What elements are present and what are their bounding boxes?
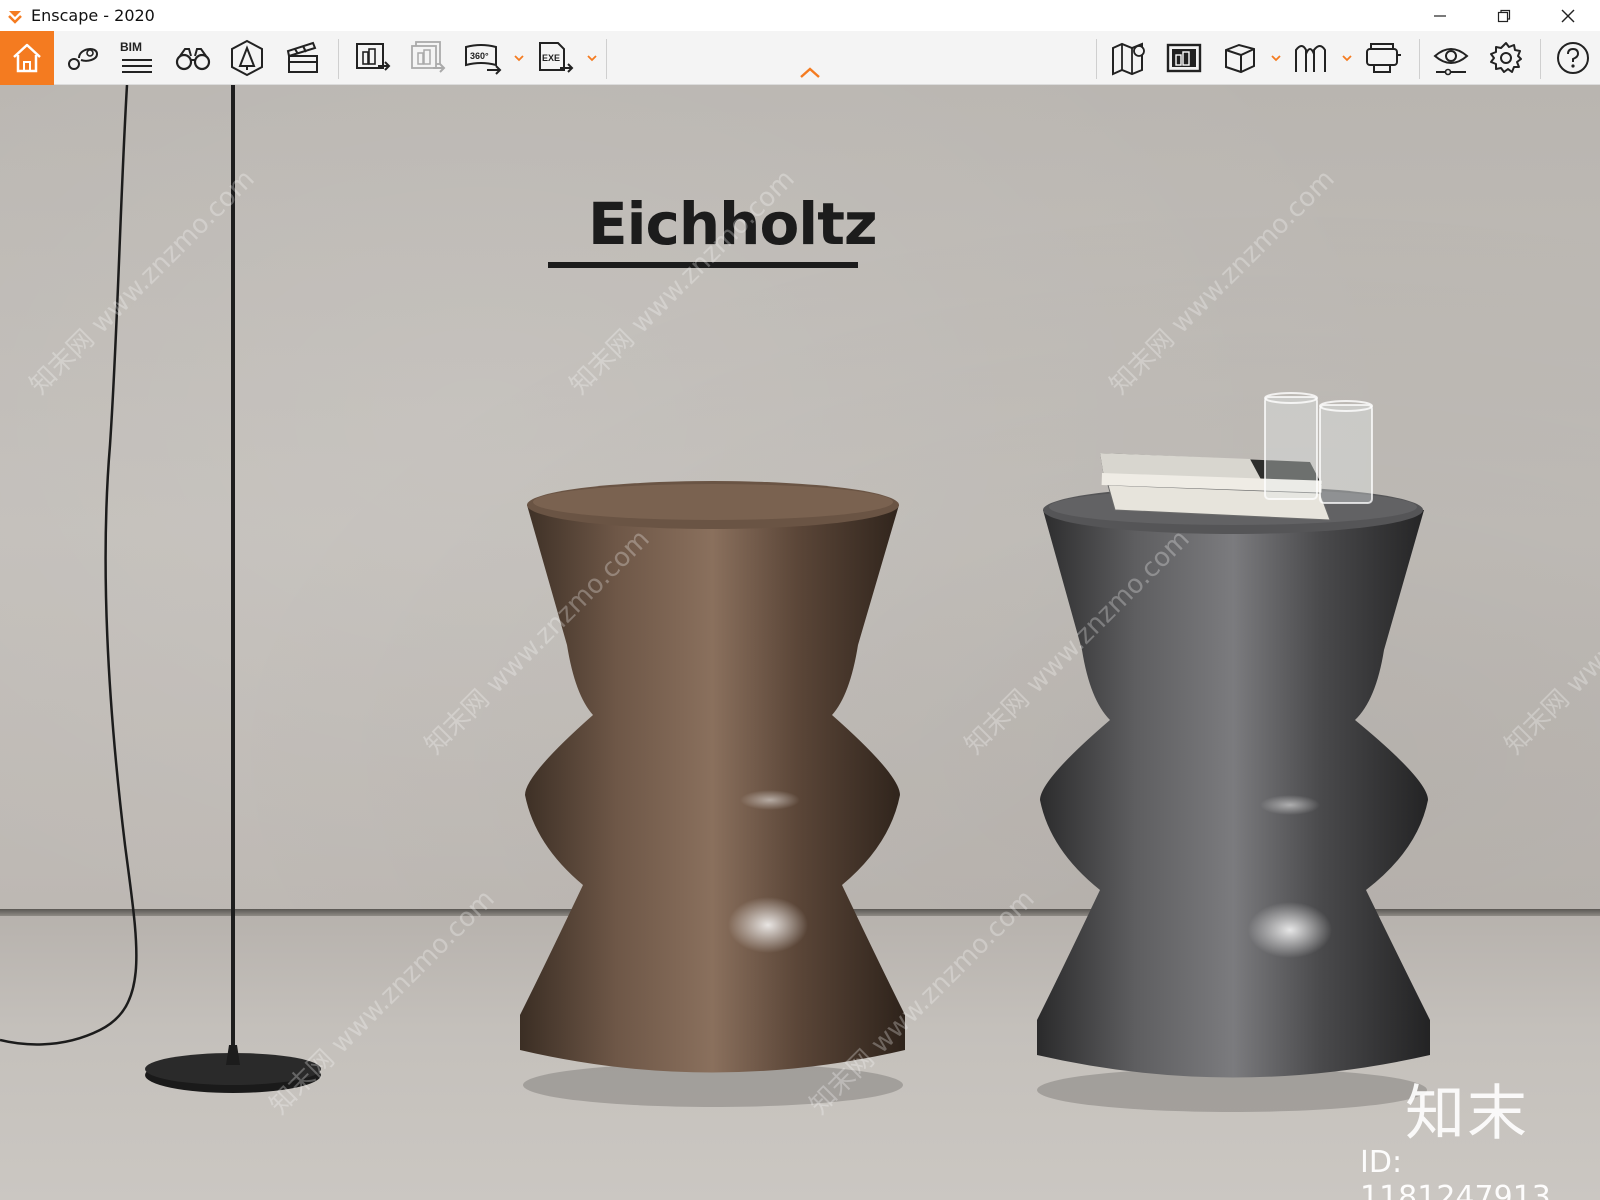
vr-headset-icon [1366, 43, 1401, 73]
people-button[interactable] [1284, 31, 1338, 85]
restore-icon [1497, 9, 1511, 22]
location-pin-icon [68, 48, 99, 70]
gear-icon [1490, 42, 1522, 73]
minimize-button[interactable] [1408, 0, 1472, 31]
steel-stool [1037, 486, 1430, 1112]
render-viewport[interactable]: Eichholtz 知末网 www.znzmo.com 知末网 www.znzm… [0, 85, 1600, 1200]
toolbar-separator [338, 39, 339, 79]
help-button[interactable] [1546, 31, 1600, 85]
panorama-360-icon: 360° [465, 44, 502, 75]
vr-headset-button[interactable] [1356, 31, 1410, 85]
watermark-id: ID: 1181247913 [1360, 1145, 1551, 1200]
toolbar-separator [1540, 39, 1541, 79]
assets-button[interactable] [220, 31, 274, 85]
toolbar-separator [1096, 39, 1097, 79]
chevron-down-icon [1271, 55, 1281, 62]
chevron-down-icon [587, 55, 597, 62]
video-editor-button[interactable] [276, 31, 330, 85]
enscape-logo-icon [5, 6, 25, 26]
render-image-button[interactable] [346, 31, 400, 85]
cube-dropdown-caret[interactable] [1270, 51, 1282, 65]
binoculars-icon [175, 48, 211, 71]
toolbar-separator [1419, 39, 1420, 79]
chevron-up-icon [800, 67, 820, 78]
toolbar-separator [606, 39, 607, 79]
title-bar: Enscape - 2020 [0, 0, 1600, 31]
chevron-down-icon [514, 55, 524, 62]
watermark-logo: 知末 [1405, 1079, 1529, 1149]
people-icon [1295, 45, 1326, 72]
cube-icon [1225, 43, 1255, 74]
map-button[interactable] [1102, 31, 1156, 85]
svg-text:EXE: EXE [542, 53, 560, 63]
help-icon [1557, 42, 1589, 74]
map-icon [1112, 42, 1145, 76]
cube-button[interactable] [1213, 31, 1267, 85]
home-icon [13, 43, 41, 73]
minimize-icon [1434, 14, 1446, 17]
batch-render-icon [411, 41, 446, 73]
eye-icon [1433, 48, 1469, 76]
bim-label: BIM [120, 40, 142, 54]
window-title: Enscape - 2020 [31, 6, 155, 25]
close-icon [1561, 9, 1575, 22]
window-controls [1408, 0, 1600, 31]
export-exe-button[interactable]: EXE [528, 31, 582, 85]
people-dropdown-caret[interactable] [1341, 51, 1353, 65]
panorama-dropdown-caret[interactable] [513, 51, 525, 65]
collapse-toolbar-button[interactable] [798, 66, 822, 80]
panorama-button[interactable]: 360° [456, 31, 510, 85]
screenshot-button[interactable] [1157, 31, 1211, 85]
chevron-down-icon [1342, 55, 1352, 62]
export-exe-icon: EXE [539, 42, 574, 73]
views-button[interactable] [166, 31, 220, 85]
screenshot-icon [1166, 43, 1202, 73]
settings-button[interactable] [1479, 31, 1533, 85]
asset-library-icon [231, 39, 263, 77]
restore-button[interactable] [1472, 0, 1536, 31]
home-button[interactable] [0, 31, 54, 85]
export-dropdown-caret[interactable] [586, 51, 598, 65]
batch-render-button[interactable] [401, 31, 455, 85]
visibility-button[interactable] [1424, 31, 1478, 85]
clapperboard-icon [286, 41, 318, 73]
scene-objects [0, 85, 1430, 1112]
visual-settings-pin-button[interactable] [56, 31, 110, 85]
render-image-icon [356, 43, 391, 71]
close-button[interactable] [1536, 0, 1600, 31]
svg-text:360°: 360° [470, 51, 489, 61]
